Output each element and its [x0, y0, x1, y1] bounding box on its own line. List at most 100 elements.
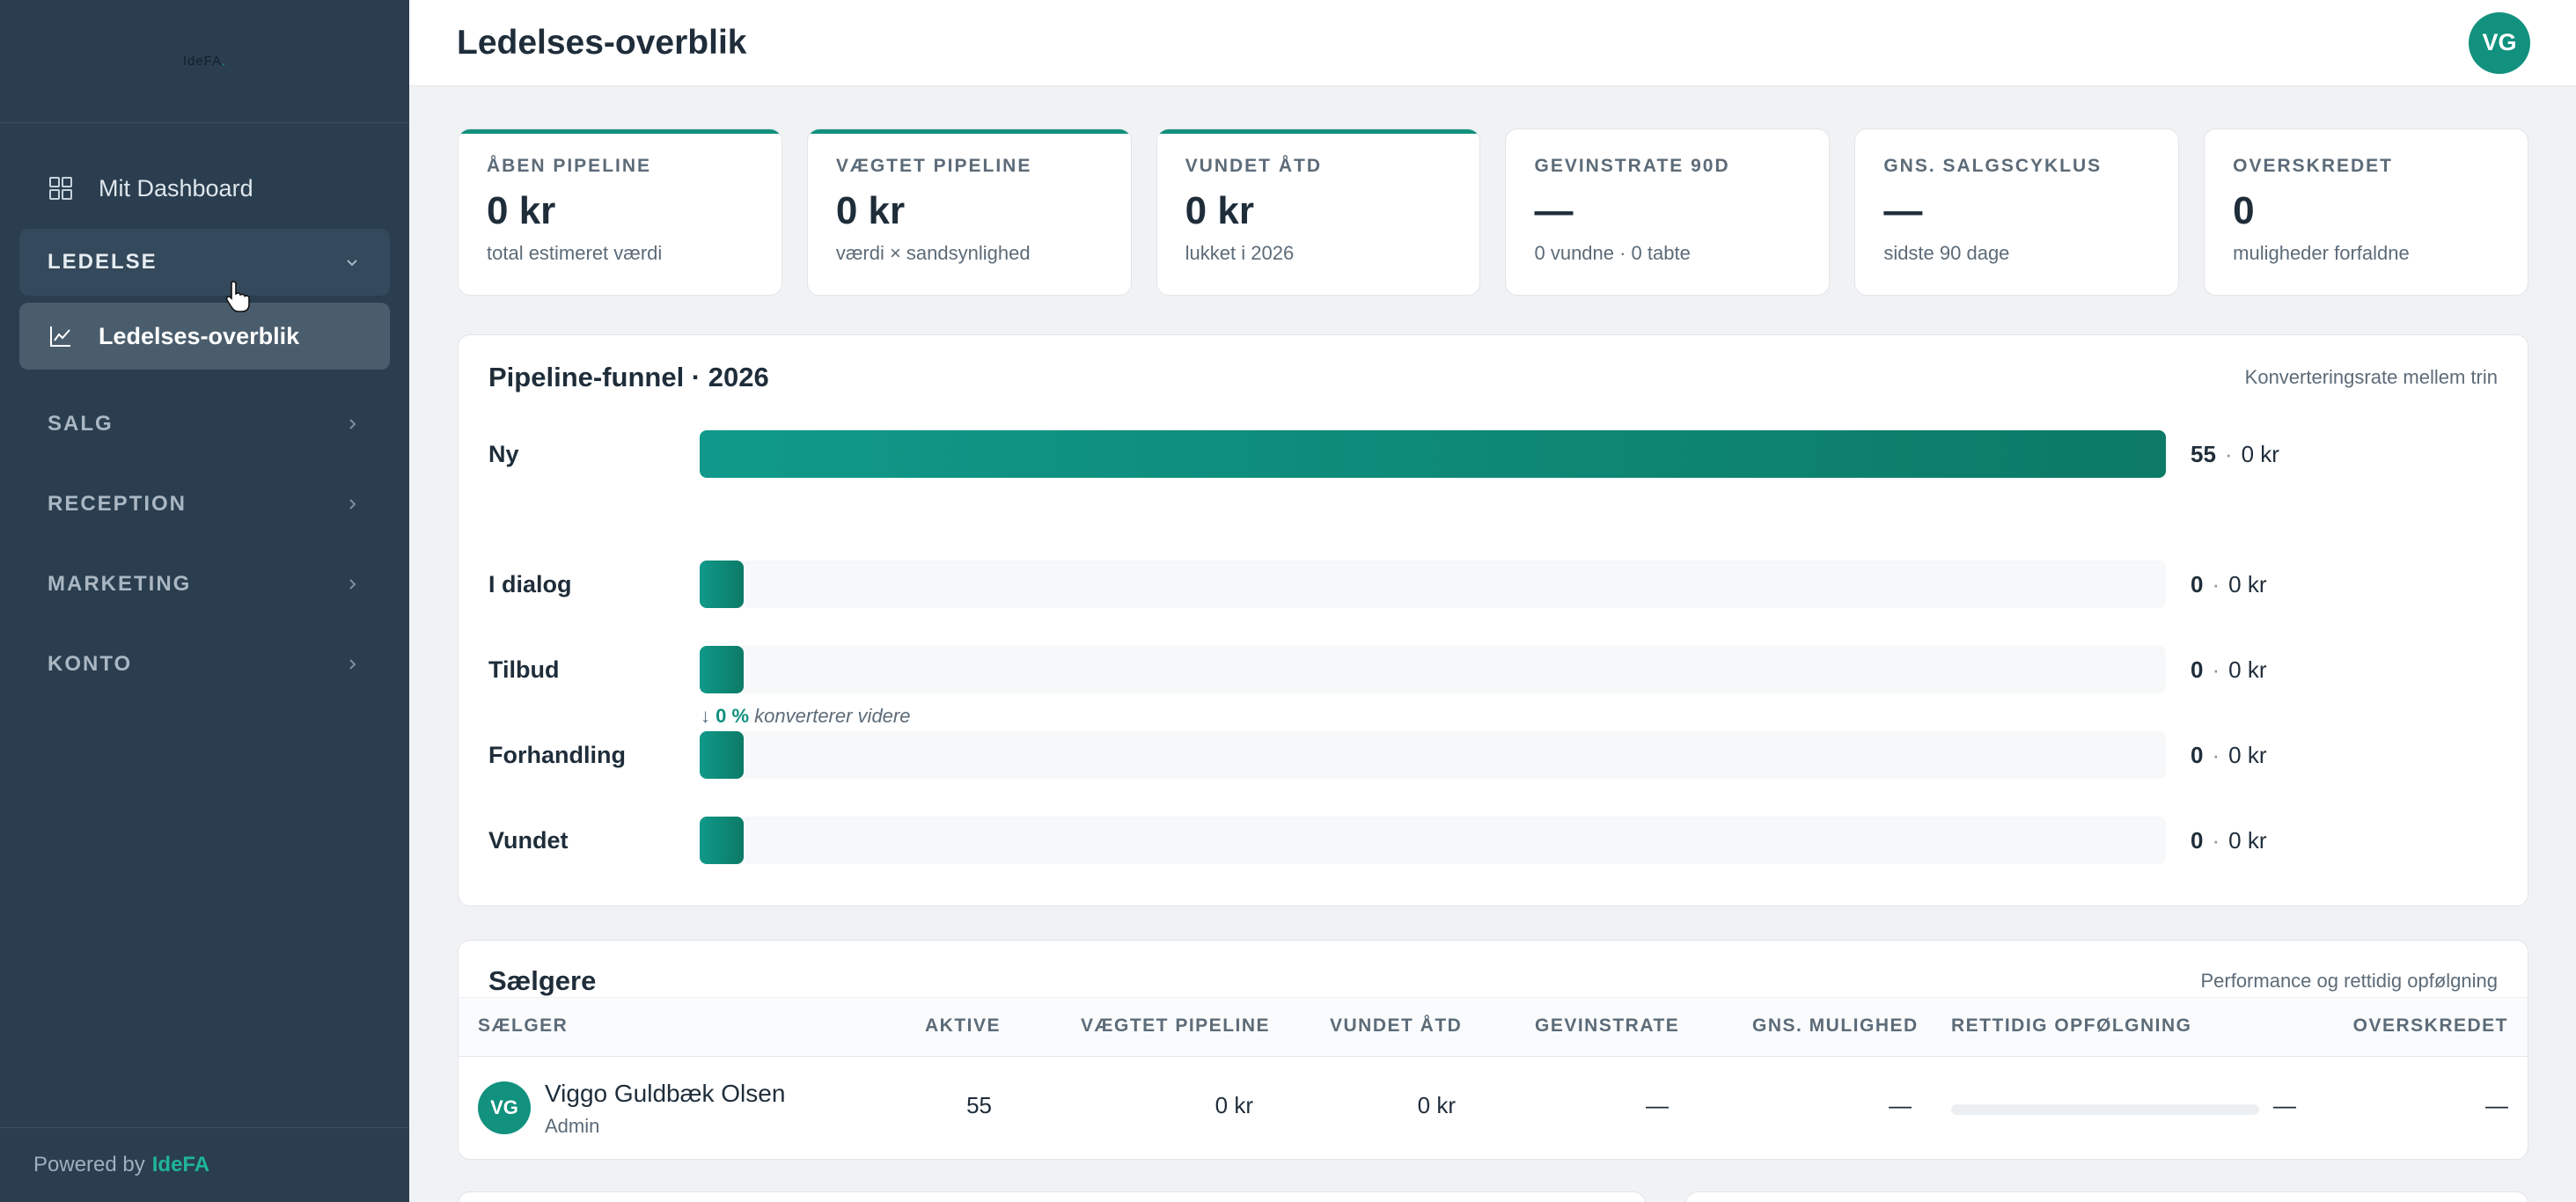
user-avatar[interactable]: VG — [2469, 11, 2530, 74]
sidebar-footer: Powered by IdeFA — [0, 1127, 409, 1202]
funnel-hint: Konverteringsrate mellem trin — [2244, 366, 2498, 388]
sidebar-section-reception[interactable]: RECEPTION — [19, 464, 390, 544]
sidebar-item-label: Ledelses-overblik — [99, 322, 300, 349]
kpi-value: 0 kr — [1185, 189, 1254, 232]
column-header[interactable]: SÆLGER — [478, 1015, 568, 1037]
section-label: LEDELSE — [48, 250, 158, 274]
stage-track — [700, 430, 2166, 478]
funnel-stage[interactable]: Forhandling 0 · 0 kr — [488, 730, 2498, 780]
stage-value: 0 · 0 kr — [2191, 826, 2267, 854]
stage-name: Vundet — [488, 826, 569, 854]
chevron-right-icon — [342, 414, 362, 434]
stage-value: 0 · 0 kr — [2191, 656, 2267, 683]
section-label: MARKETING — [48, 571, 192, 596]
conversion-note: ↓ 0 % konverterer videre — [701, 705, 910, 728]
kpi-label: VÆGTET PIPELINE — [835, 156, 1032, 176]
kpi-subtitle: 0 vundne · 0 tabte — [1534, 242, 1691, 264]
table-row[interactable]: VG Viggo Guldbæk Olsen Admin 55 0 kr 0 k… — [459, 1057, 2528, 1159]
sidebar: IdeFA. Mit Dashboard LEDELSE Ledelses-ov… — [0, 0, 409, 1202]
kpi-label: GEVINSTRATE 90D — [1534, 156, 1730, 176]
sidebar-section-marketing[interactable]: MARKETING — [19, 544, 390, 624]
page-title: Ledelses-overblik — [457, 23, 747, 62]
stage-track — [700, 817, 2166, 864]
sellers-title: Sælgere — [488, 965, 597, 996]
grid-icon — [48, 175, 74, 202]
column-header[interactable]: OVERSKREDET — [2353, 1015, 2508, 1037]
kpi-value: — — [1883, 189, 1923, 232]
kpi-card[interactable]: GEVINSTRATE 90D — 0 vundne · 0 tabte — [1505, 128, 1831, 296]
section-label: RECEPTION — [48, 491, 187, 516]
kpi-subtitle: muligheder forfaldne — [2233, 242, 2410, 264]
kpi-card[interactable]: VUNDET ÅTD 0 kr lukket i 2026 — [1156, 128, 1481, 296]
kpi-subtitle: sidste 90 dage — [1883, 242, 2010, 264]
overdue-value: — — [2485, 1092, 2508, 1118]
column-header[interactable]: AKTIVE — [925, 1015, 1001, 1037]
main-content: ÅBEN PIPELINE 0 kr total estimeret værdi VÆ… — [458, 128, 2528, 1160]
won-ytd: 0 kr — [1417, 1092, 1456, 1118]
chevron-right-icon — [342, 495, 362, 514]
kpi-subtitle: værdi × sandsynlighed — [835, 242, 1031, 264]
stage-track — [700, 731, 2166, 779]
footer-brand-link[interactable]: IdeFA — [152, 1153, 209, 1177]
seller-role: Admin — [545, 1115, 600, 1137]
arrow-down-icon: ↓ — [701, 705, 710, 727]
column-header[interactable]: RETTIDIG OPFØLGNING — [1951, 1015, 2192, 1037]
column-header[interactable]: VUNDET ÅTD — [1330, 1015, 1462, 1037]
funnel-stage[interactable]: Vundet 0 · 0 kr — [488, 816, 2498, 865]
stage-bar — [700, 731, 744, 779]
sidebar-item-dashboard[interactable]: Mit Dashboard — [19, 155, 390, 222]
stage-name: Tilbud — [488, 656, 560, 683]
stage-track — [700, 561, 2166, 608]
column-header[interactable]: GEVINSTRATE — [1535, 1015, 1679, 1037]
avatar: VG — [478, 1081, 531, 1134]
app-logo[interactable]: IdeFA. — [0, 0, 409, 123]
kpi-value: 0 kr — [835, 189, 906, 232]
pipeline-funnel-card: Pipeline-funnel · 2026 Konverteringsrate… — [458, 334, 2528, 906]
sidebar-section-konto[interactable]: KONTO — [19, 624, 390, 704]
bottom-card-right — [1685, 1191, 2528, 1202]
kpi-value: — — [1534, 189, 1574, 232]
kpi-card[interactable]: VÆGTET PIPELINE 0 kr værdi × sandsynlighed — [806, 128, 1132, 296]
funnel-title: Pipeline-funnel · 2026 — [488, 362, 769, 392]
column-header[interactable]: GNS. MULIGHED — [1752, 1015, 1919, 1037]
stage-value: 55 · 0 kr — [2191, 440, 2279, 467]
section-label: KONTO — [48, 651, 133, 676]
stage-value: 0 · 0 kr — [2191, 741, 2267, 768]
stage-name: I dialog — [488, 570, 572, 597]
table-header: SÆLGER AKTIVE VÆGTET PIPELINE VUNDET ÅTD… — [459, 997, 2528, 1057]
funnel-stage[interactable]: Ny 55 · 0 kr — [488, 429, 2498, 479]
kpi-label: GNS. SALGSCYKLUS — [1883, 156, 2103, 176]
kpi-card[interactable]: ÅBEN PIPELINE 0 kr total estimeret værdi — [458, 128, 782, 296]
chevron-right-icon — [342, 575, 362, 594]
kpi-label: VUNDET ÅTD — [1185, 156, 1322, 176]
section-label: SALG — [48, 411, 114, 436]
seller-name[interactable]: Viggo Guldbæk Olsen — [545, 1080, 785, 1108]
followup-value: — — [2273, 1092, 2296, 1118]
kpi-card[interactable]: OVERSKREDET 0 muligheder forfaldne — [2204, 128, 2528, 296]
funnel-stage[interactable]: Tilbud 0 · 0 kr — [488, 645, 2498, 694]
sidebar-item-label: Mit Dashboard — [99, 174, 253, 202]
logo-text: IdeFA — [182, 54, 223, 69]
weighted-pipeline: 0 kr — [1215, 1092, 1253, 1118]
kpi-subtitle: total estimeret værdi — [487, 242, 663, 264]
funnel-stage[interactable]: I dialog 0 · 0 kr — [488, 560, 2498, 609]
avg-opportunity: — — [1889, 1092, 1912, 1118]
conversion-percent: 0 % — [716, 705, 750, 727]
sidebar-item-ledelses-overblik[interactable]: Ledelses-overblik — [19, 303, 390, 370]
footer-prefix: Powered by — [33, 1153, 145, 1176]
sidebar-section-salg[interactable]: SALG — [19, 384, 390, 464]
stage-bar — [700, 430, 2166, 478]
sellers-hint: Performance og rettidig opfølgning — [2200, 970, 2498, 992]
column-header[interactable]: VÆGTET PIPELINE — [1081, 1015, 1270, 1037]
hand-cursor-icon — [225, 280, 252, 318]
stage-bar — [700, 646, 744, 693]
win-rate: — — [1646, 1092, 1669, 1118]
chevron-down-icon — [342, 253, 362, 272]
kpi-card[interactable]: GNS. SALGSCYKLUS — sidste 90 dage — [1854, 128, 2180, 296]
sidebar-section-ledelse[interactable]: LEDELSE — [19, 229, 390, 296]
stage-bar — [700, 561, 744, 608]
kpi-value: 0 — [2233, 189, 2255, 232]
conversion-text: konverterer videre — [754, 705, 911, 727]
stage-bar — [700, 817, 744, 864]
kpi-label: OVERSKREDET — [2233, 156, 2393, 176]
